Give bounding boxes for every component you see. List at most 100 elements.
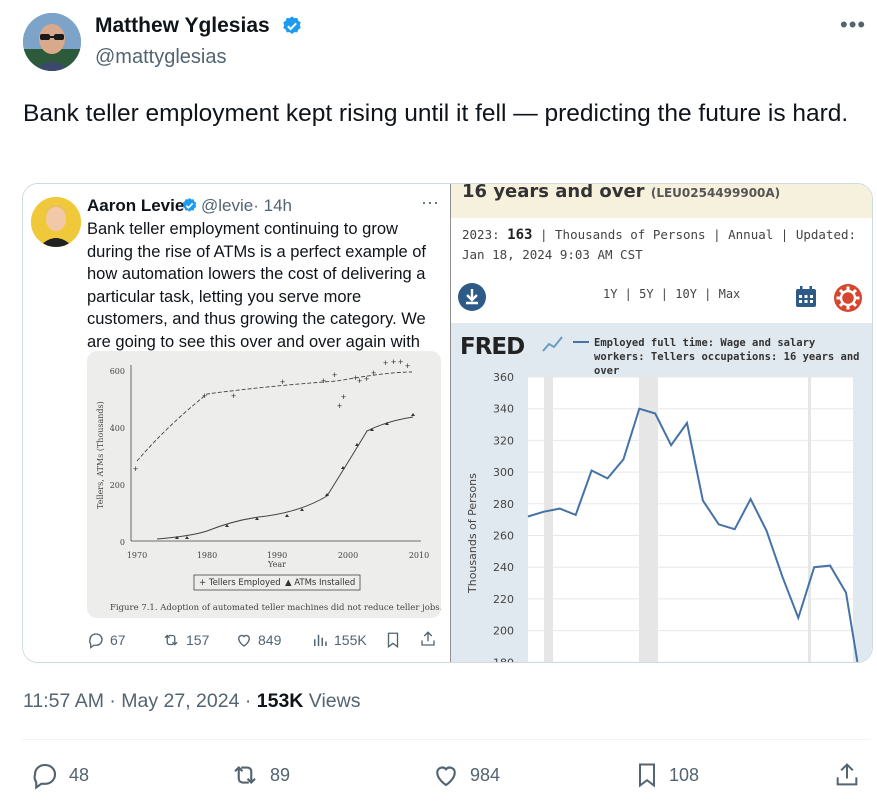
fred-year-label: 2023: xyxy=(462,227,508,242)
heart-icon xyxy=(436,766,456,787)
retweet-button[interactable]: 89 xyxy=(228,760,290,790)
quoted-likes-count: 849 xyxy=(258,632,282,648)
figure-plot: 600 400 200 0 1970 1980 1990 2000 2010 Y… xyxy=(96,357,441,613)
svg-text:+: + xyxy=(391,357,396,367)
svg-text:+: + xyxy=(202,391,207,401)
author-name[interactable]: Matthew Yglesias xyxy=(95,14,270,38)
fred-screenshot: 16 years and over (LEU0254499900A) 2023:… xyxy=(451,184,872,662)
svg-text:+: + xyxy=(337,401,342,411)
quoted-action-bar: 67 157 849 155K xyxy=(87,628,447,654)
quoted-views: 155K xyxy=(311,631,367,649)
fig-xtick: 2010 xyxy=(409,551,429,560)
svg-text:+: + xyxy=(371,368,376,378)
fig-xtick: 1980 xyxy=(197,551,217,560)
views-label: Views xyxy=(303,690,361,712)
fred-ytick: 180 xyxy=(493,656,514,662)
svg-text:+: + xyxy=(357,376,362,386)
bookmark-icon xyxy=(387,632,399,649)
fig-ytick: 600 xyxy=(110,367,125,376)
tweet-meta: 11:57 AM · May 27, 2024 · 153K Views xyxy=(23,690,360,713)
author-avatar[interactable] xyxy=(23,13,81,71)
fred-series-code: (LEU0254499900A) xyxy=(650,186,781,200)
quoted-reply: 67 xyxy=(87,631,126,649)
svg-text:+: + xyxy=(321,376,326,386)
fig-yaxis-label: Tellers, ATMs (Thousands) xyxy=(96,401,105,509)
fred-ytick: 220 xyxy=(493,593,514,606)
share-button[interactable] xyxy=(833,760,861,790)
quoted-like: 849 xyxy=(235,631,281,649)
reply-icon xyxy=(89,633,103,649)
svg-text:+: + xyxy=(364,374,369,384)
views-chart-icon xyxy=(314,634,327,646)
fred-info: 2023: 163 | Thousands of Persons | Annua… xyxy=(462,225,862,264)
quoted-views-count: 155K xyxy=(334,632,367,648)
fig-xtick: 1970 xyxy=(127,551,147,560)
quoted-author-name: Aaron Levie xyxy=(87,196,185,215)
quoted-replies-count: 67 xyxy=(110,632,126,648)
fig-caption: Figure 7.1. Adoption of automated teller… xyxy=(110,603,441,613)
fred-ytick: 200 xyxy=(493,625,514,638)
fred-ytick: 300 xyxy=(493,466,514,479)
fig-ytick: 200 xyxy=(110,481,125,490)
fred-legend-text: over xyxy=(594,365,619,377)
fred-legend-text: Employed full time: Wage and salary xyxy=(594,337,816,349)
more-horizontal-icon: ··· xyxy=(421,192,439,212)
download-icon xyxy=(458,283,486,311)
fred-title-text: 16 years and over xyxy=(462,184,651,202)
fred-plot-area xyxy=(528,377,853,662)
quoted-handle-time: @levie· 14h xyxy=(201,196,292,216)
tweet-timestamp[interactable]: 11:57 AM · May 27, 2024 · xyxy=(23,690,257,712)
retweet-icon xyxy=(164,634,178,646)
share-icon xyxy=(836,763,858,786)
heart-icon xyxy=(238,634,250,647)
share-icon xyxy=(421,631,435,646)
recession-shade xyxy=(808,377,811,662)
bookmark-icon xyxy=(639,763,655,788)
author-handle[interactable]: @mattyglesias xyxy=(95,46,226,69)
recession-shade xyxy=(544,377,553,662)
quoted-time: · 14h xyxy=(253,196,292,215)
fig-legend-atms: ▲ ATMs Installed xyxy=(285,578,355,588)
like-count: 984 xyxy=(470,764,501,785)
like-button[interactable]: 984 xyxy=(430,760,500,790)
more-horizontal-icon[interactable]: ••• xyxy=(840,12,866,38)
svg-text:+: + xyxy=(280,377,285,387)
fred-info-rest: | Thousands of Persons | Annual | Update… xyxy=(532,227,857,242)
fred-ytick: 360 xyxy=(493,371,514,384)
fred-logo: FRED xyxy=(460,334,524,360)
fig-legend-tellers: + Tellers Employed xyxy=(199,578,281,588)
bookmark-count: 108 xyxy=(669,764,700,785)
fred-updated: Jan 18, 2024 9:03 AM CST xyxy=(462,247,643,262)
tweet-text: Bank teller employment kept rising until… xyxy=(23,100,849,127)
quoted-handle: @levie xyxy=(201,196,254,215)
fred-ytick: 320 xyxy=(493,434,514,447)
fred-series-title: 16 years and over (LEU0254499900A) xyxy=(462,184,780,202)
svg-text:+: + xyxy=(405,361,410,371)
fred-legend-text: workers: Tellers occupations: 16 years a… xyxy=(594,351,860,363)
verified-badge-icon xyxy=(182,198,197,212)
reply-button[interactable]: 48 xyxy=(29,760,89,790)
quoted-retweet: 157 xyxy=(161,631,209,649)
tweet-media[interactable]: Aaron Levie @levie· 14h ··· Bank teller … xyxy=(22,183,873,663)
retweet-count: 89 xyxy=(270,764,291,785)
fig-ytick: 0 xyxy=(120,538,125,547)
gear-icon xyxy=(834,284,862,312)
calendar-icon xyxy=(796,286,816,307)
fig-xtick: 2000 xyxy=(338,551,358,560)
retweet-icon xyxy=(234,765,256,785)
recession-shade xyxy=(639,377,658,662)
fig-ytick: 400 xyxy=(110,424,125,433)
svg-text:+: + xyxy=(398,357,403,367)
views-count: 153K xyxy=(256,690,304,712)
fred-ytick: 340 xyxy=(493,403,514,416)
bookmark-button[interactable]: 108 xyxy=(633,760,699,790)
svg-text:+: + xyxy=(231,391,236,401)
svg-text:+: + xyxy=(133,464,138,474)
fred-latest-value: 163 xyxy=(507,227,533,243)
svg-text:+: + xyxy=(383,358,388,368)
fig-xtick: 1990 xyxy=(267,551,287,560)
svg-text:+: + xyxy=(341,392,346,402)
teller-atm-figure: 600 400 200 0 1970 1980 1990 2000 2010 Y… xyxy=(87,351,441,618)
svg-text:+: + xyxy=(332,370,337,380)
fred-ytick: 240 xyxy=(493,561,514,574)
